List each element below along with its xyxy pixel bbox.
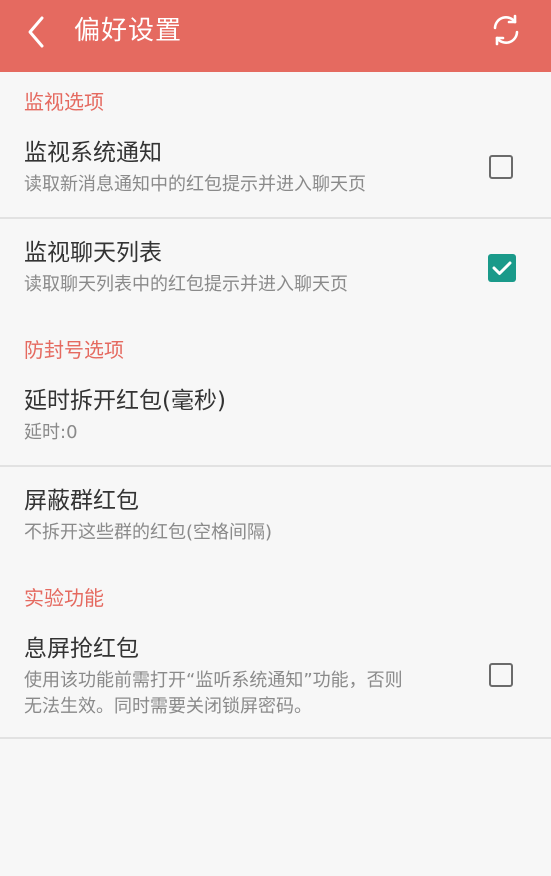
page-title: 偏好设置 bbox=[74, 16, 183, 46]
pref-title: 延时拆开红包(毫秒) bbox=[24, 388, 226, 414]
pref-title: 监视聊天列表 bbox=[24, 240, 162, 266]
pref-summary: 读取聊天列表中的红包提示并进入聊天页 bbox=[24, 274, 348, 295]
pref-monitor-notification[interactable]: 监视系统通知 读取新消息通知中的红包提示并进入聊天页 bbox=[0, 132, 551, 218]
monitor-chat-list-checkbox[interactable] bbox=[488, 254, 516, 282]
pref-monitor-chat-list[interactable]: 监视聊天列表 读取聊天列表中的红包提示并进入聊天页 bbox=[0, 230, 551, 316]
refresh-icon bbox=[493, 14, 519, 46]
pref-summary-line2: 无法生效。同时需要关闭锁屏密码。 bbox=[24, 696, 312, 717]
pref-summary: 延时:0 bbox=[24, 422, 78, 443]
chevron-left-icon bbox=[28, 16, 44, 48]
divider bbox=[0, 465, 551, 467]
section-header-monitor: 监视选项 bbox=[24, 90, 104, 114]
pref-title: 屏蔽群红包 bbox=[24, 488, 139, 514]
divider bbox=[0, 737, 551, 739]
pref-delay-open[interactable]: 延时拆开红包(毫秒) 延时:0 bbox=[0, 380, 551, 466]
section-header-anti-ban: 防封号选项 bbox=[24, 338, 124, 362]
app-bar: 偏好设置 bbox=[0, 0, 551, 72]
screen-off-grab-checkbox[interactable] bbox=[489, 663, 513, 687]
pref-title: 息屏抢红包 bbox=[24, 636, 139, 662]
pref-screen-off-grab[interactable]: 息屏抢红包 使用该功能前需打开“监听系统通知”功能，否则 无法生效。同时需要关闭… bbox=[0, 628, 551, 738]
back-button[interactable] bbox=[20, 14, 54, 50]
pref-summary: 不拆开这些群的红包(空格间隔) bbox=[24, 522, 273, 543]
monitor-notification-checkbox[interactable] bbox=[489, 155, 513, 179]
pref-summary: 读取新消息通知中的红包提示并进入聊天页 bbox=[24, 174, 366, 195]
pref-summary-line1: 使用该功能前需打开“监听系统通知”功能，否则 bbox=[24, 670, 403, 691]
checkmark-icon bbox=[492, 261, 512, 275]
refresh-button[interactable] bbox=[489, 13, 523, 47]
pref-block-group[interactable]: 屏蔽群红包 不拆开这些群的红包(空格间隔) bbox=[0, 478, 551, 564]
divider bbox=[0, 217, 551, 219]
pref-title: 监视系统通知 bbox=[24, 140, 162, 166]
section-header-experimental: 实验功能 bbox=[24, 586, 104, 610]
